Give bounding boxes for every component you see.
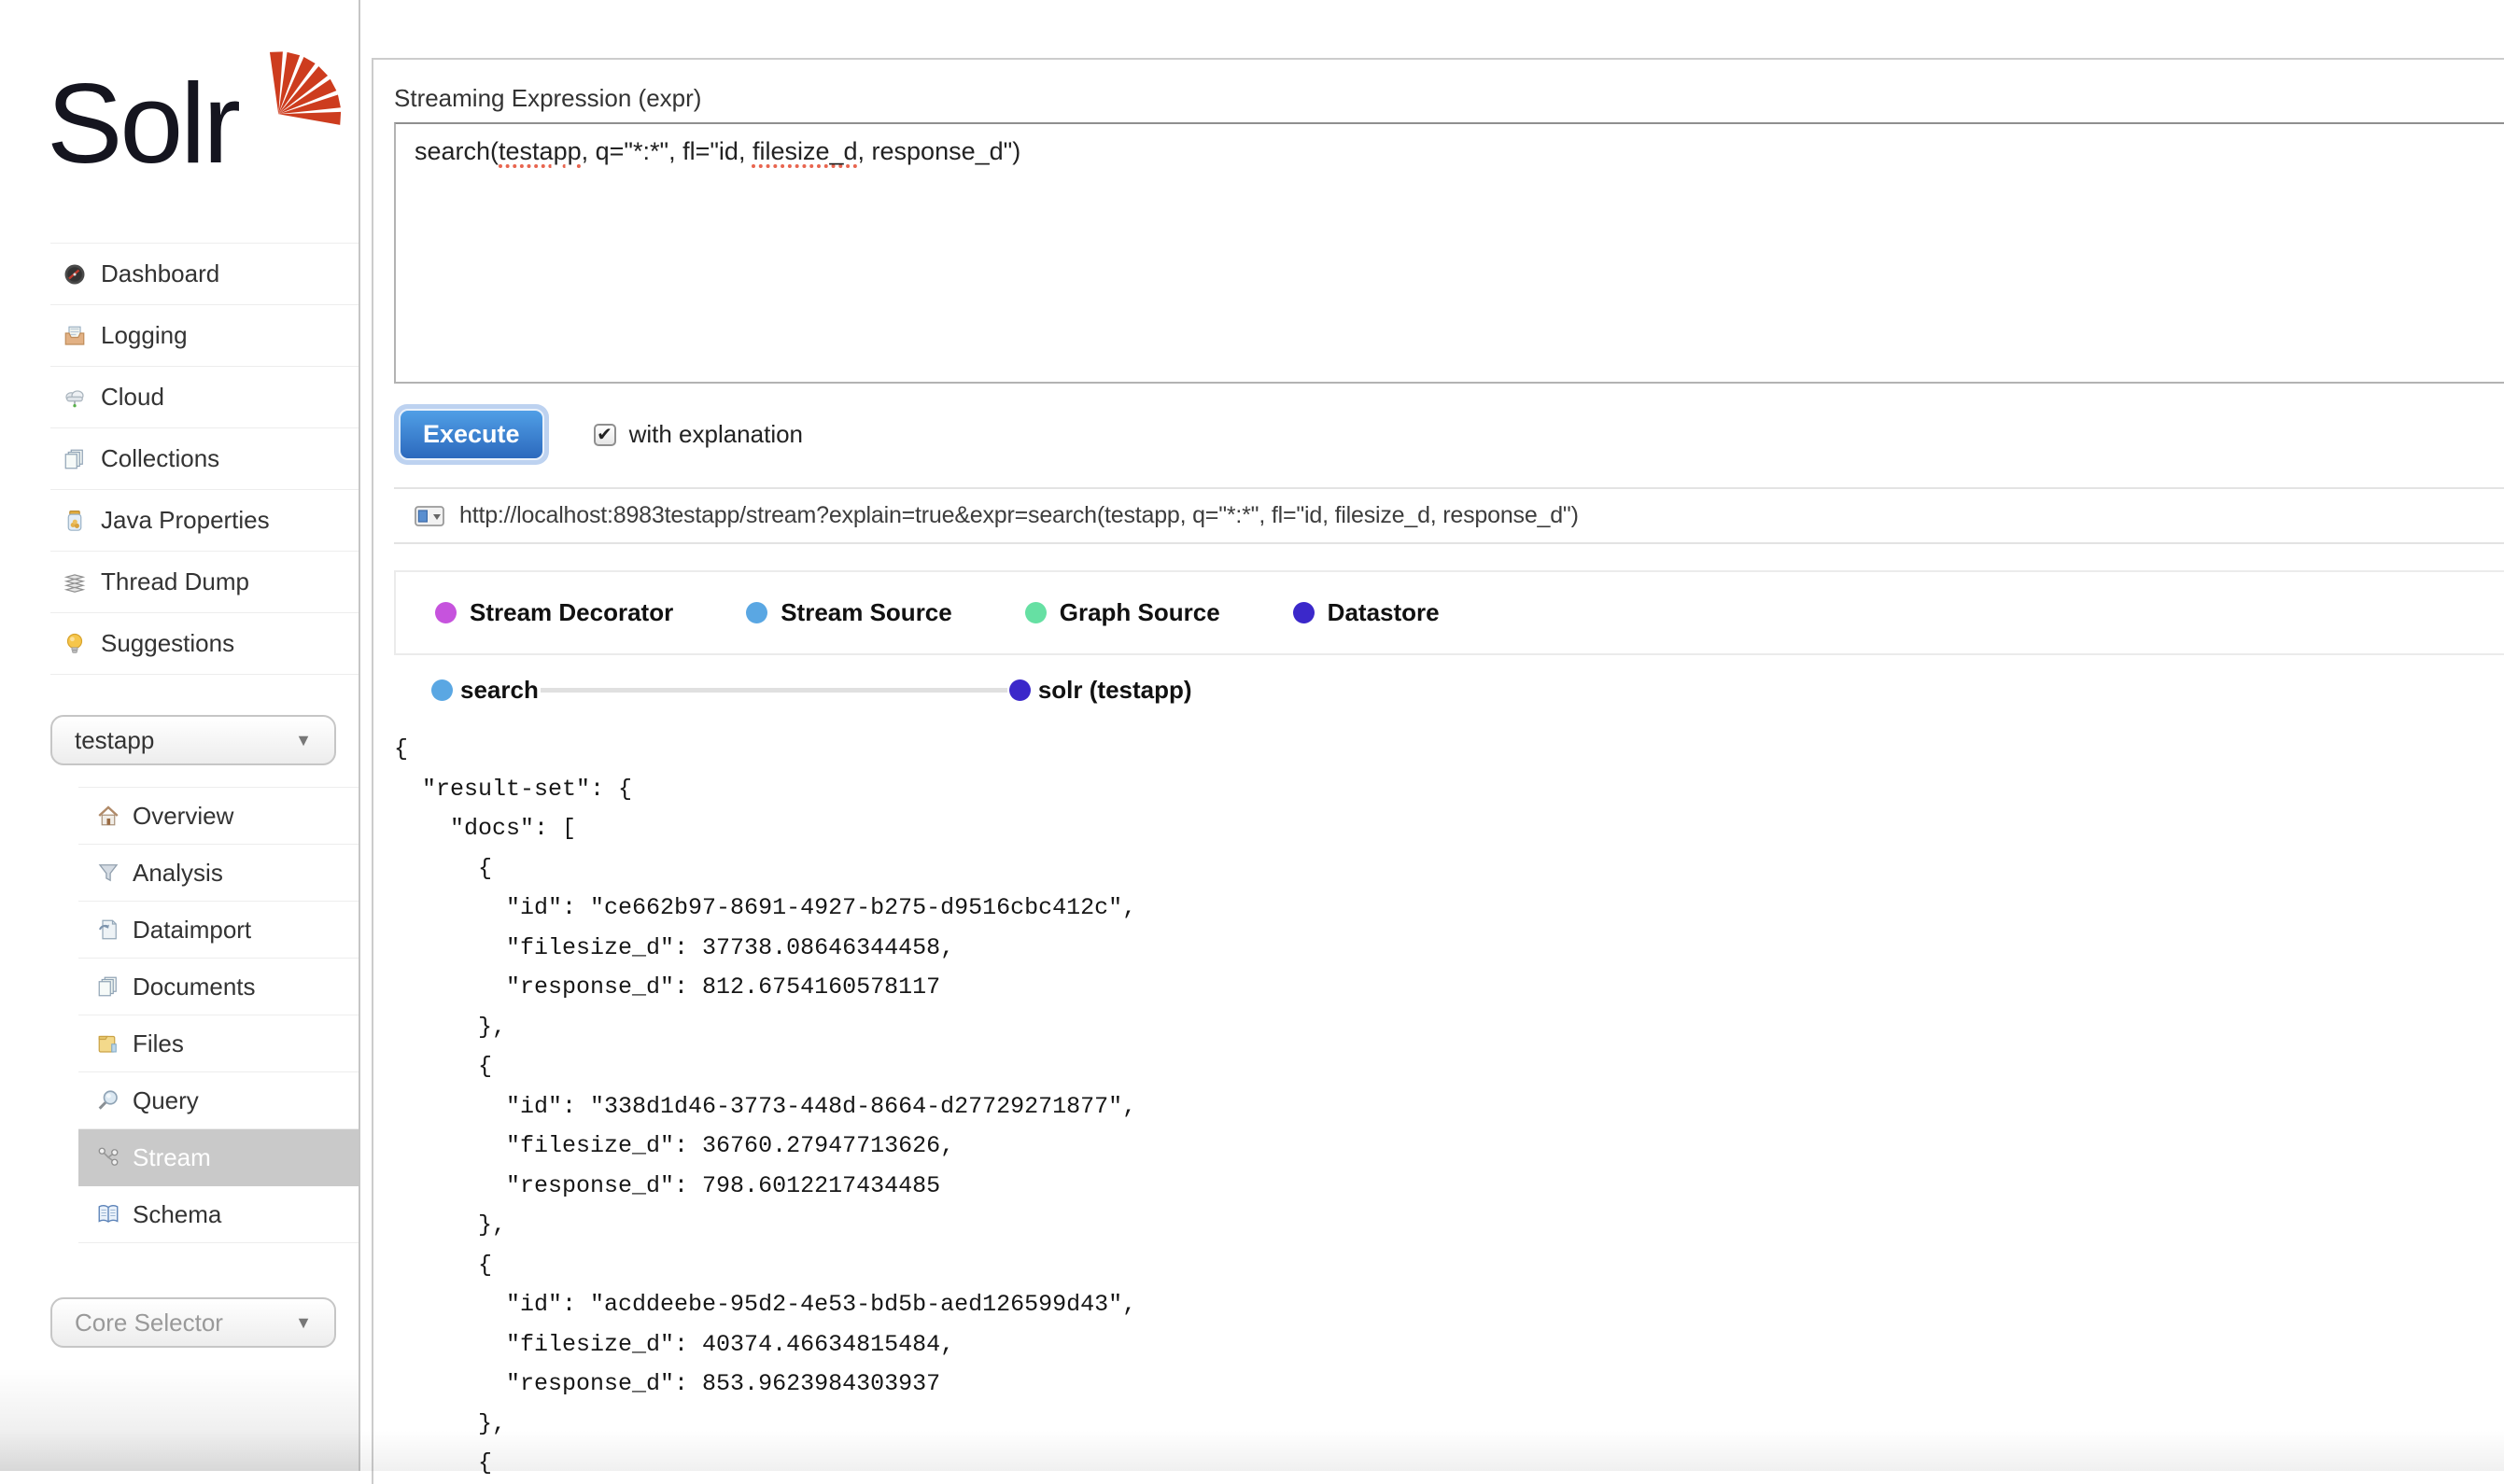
- java-properties-icon: [63, 510, 86, 532]
- collections-icon: [63, 448, 86, 470]
- expression-text: search(testapp, q="*:*", fl="id, filesiz…: [415, 137, 1020, 165]
- documents-icon: [97, 975, 120, 998]
- url-icon: [415, 505, 444, 527]
- request-url: http://localhost:8983testapp/stream?expl…: [459, 502, 1579, 529]
- files-icon: [97, 1032, 120, 1055]
- sidebar-item-label: Suggestions: [101, 629, 234, 658]
- sidebar-item-suggestions[interactable]: Suggestions: [50, 613, 359, 675]
- thread-dump-icon: [63, 571, 86, 594]
- sidebar-item-label: Logging: [101, 321, 188, 350]
- stream-graph: search solr (testapp): [394, 659, 2504, 721]
- logging-icon: [63, 325, 86, 347]
- core-menu: Overview Analysis Dataimport Documents F…: [0, 787, 359, 1243]
- dashboard-icon: [63, 263, 86, 286]
- sidebar-item-thread-dump[interactable]: Thread Dump: [50, 552, 359, 613]
- stream-legend: Stream Decorator Stream Source Graph Sou…: [394, 570, 2504, 655]
- solr-sunburst-icon: [250, 35, 351, 136]
- legend-item-stream-source: Stream Source: [746, 598, 952, 627]
- controls-row: Execute ✔ with explanation: [394, 404, 2504, 465]
- sidebar-item-collections[interactable]: Collections: [50, 428, 359, 490]
- graph-node-search-label: search: [460, 676, 539, 705]
- request-url-row[interactable]: http://localhost:8983testapp/stream?expl…: [394, 487, 2504, 544]
- core-item-query[interactable]: Query: [78, 1072, 359, 1129]
- sidebar-item-java-properties[interactable]: Java Properties: [50, 490, 359, 552]
- sidebar-item-dashboard[interactable]: Dashboard: [50, 243, 359, 305]
- core-item-documents[interactable]: Documents: [78, 959, 359, 1015]
- sidebar-item-label: Java Properties: [101, 506, 270, 535]
- core-item-label: Query: [133, 1086, 199, 1115]
- schema-icon: [97, 1203, 120, 1225]
- sidebar-item-label: Cloud: [101, 383, 164, 412]
- analysis-icon: [97, 861, 120, 884]
- core-item-analysis[interactable]: Analysis: [78, 845, 359, 902]
- cloud-icon: [63, 386, 86, 409]
- core-item-label: Schema: [133, 1200, 221, 1229]
- solr-logo-text: Solr: [47, 60, 238, 187]
- chevron-down-icon: ▼: [295, 1313, 312, 1333]
- checkmark-icon: ✔: [597, 423, 612, 446]
- execute-button[interactable]: Execute: [399, 409, 544, 460]
- core-item-overview[interactable]: Overview: [78, 787, 359, 845]
- core-item-files[interactable]: Files: [78, 1015, 359, 1072]
- core-item-label: Stream: [133, 1143, 211, 1172]
- datastore-dot-icon: [1293, 602, 1315, 623]
- graph-source-dot-icon: [1025, 602, 1047, 623]
- core-dropdown-value: testapp: [75, 726, 154, 755]
- stream-decorator-dot-icon: [435, 602, 457, 623]
- core-dropdown[interactable]: testapp ▼: [50, 715, 336, 765]
- stream-icon: [97, 1146, 120, 1169]
- core-item-dataimport[interactable]: Dataimport: [78, 902, 359, 959]
- core-item-label: Documents: [133, 973, 256, 1001]
- sidebar-item-logging[interactable]: Logging: [50, 305, 359, 367]
- misspelled-word: filesize_d: [753, 137, 858, 165]
- query-icon: [97, 1089, 120, 1112]
- stream-source-dot-icon: [746, 602, 767, 623]
- core-item-label: Overview: [133, 802, 233, 831]
- legend-item-datastore: Datastore: [1293, 598, 1440, 627]
- core-selector-placeholder: Core Selector: [75, 1309, 223, 1337]
- expression-input[interactable]: search(testapp, q="*:*", fl="id, filesiz…: [394, 122, 2504, 384]
- core-item-label: Files: [133, 1029, 184, 1058]
- suggestions-icon: [63, 633, 86, 655]
- stream-panel: Streaming Expression (expr) search(testa…: [372, 58, 2504, 1484]
- legend-item-graph-source: Graph Source: [1025, 598, 1220, 627]
- expression-label: Streaming Expression (expr): [394, 84, 2504, 113]
- overview-icon: [97, 805, 120, 827]
- sidebar-item-label: Collections: [101, 444, 219, 473]
- execute-button-focus-ring: Execute: [394, 404, 549, 465]
- main-menu: Dashboard Logging Cloud Collections Java…: [0, 243, 359, 675]
- graph-edge: [541, 688, 1007, 693]
- graph-node-search-dot: [431, 679, 453, 701]
- core-selector-dropdown[interactable]: Core Selector ▼: [50, 1297, 336, 1348]
- with-explanation-label: with explanation: [629, 420, 803, 449]
- sidebar-item-label: Dashboard: [101, 259, 219, 288]
- core-item-label: Analysis: [133, 859, 223, 888]
- sidebar-item-cloud[interactable]: Cloud: [50, 367, 359, 428]
- chevron-down-icon: ▼: [295, 731, 312, 750]
- legend-item-stream-decorator: Stream Decorator: [435, 598, 673, 627]
- with-explanation-checkbox[interactable]: ✔: [594, 424, 616, 446]
- solr-logo[interactable]: Solr: [47, 49, 327, 217]
- graph-node-solr-dot: [1009, 679, 1031, 701]
- with-explanation-checkbox-wrap[interactable]: ✔ with explanation: [594, 420, 803, 449]
- dataimport-icon: [97, 918, 120, 941]
- graph-node-solr-label: solr (testapp): [1038, 676, 1192, 705]
- sidebar: Solr Dashboard Logging: [0, 0, 360, 1471]
- sidebar-bottom-gradient: [0, 1368, 359, 1471]
- sidebar-item-label: Thread Dump: [101, 567, 249, 596]
- misspelled-word: testapp: [499, 137, 582, 165]
- core-item-stream[interactable]: Stream: [78, 1129, 359, 1186]
- core-item-label: Dataimport: [133, 916, 251, 945]
- result-json: { "result-set": { "docs": [ { "id": "ce6…: [394, 730, 2504, 1484]
- core-item-schema[interactable]: Schema: [78, 1186, 359, 1243]
